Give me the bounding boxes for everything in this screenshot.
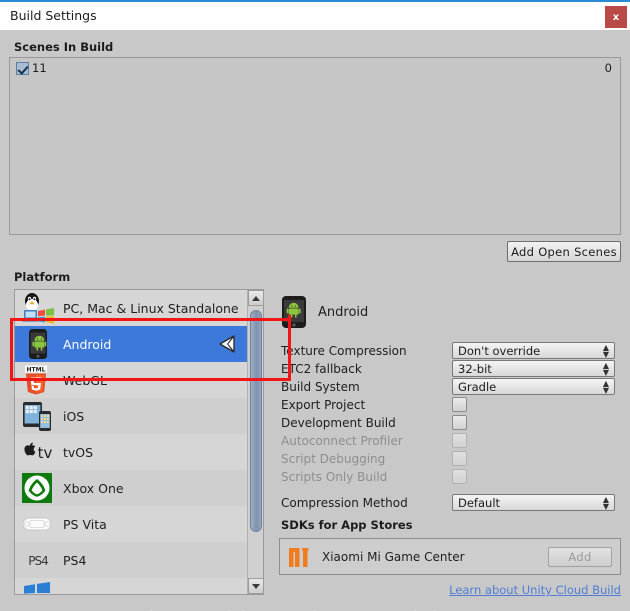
xbox-icon [21, 472, 55, 504]
platform-item-xbox-one[interactable]: Xbox One [15, 470, 248, 506]
scene-name: 11 [32, 61, 47, 75]
chevron-updown-icon: ▲ ▼ [602, 494, 609, 511]
build-system-dropdown[interactable]: Gradle ▲ ▼ [452, 378, 615, 395]
platform-label: Platform [14, 270, 71, 284]
window-title: Build Settings [10, 8, 97, 23]
scene-index: 0 [604, 61, 612, 75]
platform-item-ps-vita[interactable]: PS Vita [15, 506, 248, 542]
platform-item-label: PC, Mac & Linux Standalone [63, 300, 239, 316]
android-icon [21, 328, 55, 360]
texture-compression-value: Don't override [458, 343, 541, 358]
script-debugging-checkbox [452, 451, 467, 466]
export-project-checkbox[interactable] [452, 397, 467, 412]
scripts-only-build-checkbox [452, 469, 467, 484]
scripts-only-build-label: Scripts Only Build [281, 470, 388, 484]
sdk-add-button[interactable]: Add [548, 547, 612, 567]
platform-item-label: WebGL [63, 372, 107, 388]
compression-method-label: Compression Method [281, 496, 408, 510]
psvita-icon [21, 508, 55, 540]
standalone-icon [21, 292, 55, 324]
windows-store-icon [21, 580, 55, 594]
tvos-icon: tv [21, 436, 55, 468]
platform-list-items: PC, Mac & Linux Standalone Android HTML … [15, 290, 248, 594]
texture-compression-dropdown[interactable]: Don't override ▲ ▼ [452, 342, 615, 359]
android-platform-header-icon [281, 295, 307, 329]
platform-item-standalone[interactable]: PC, Mac & Linux Standalone [15, 290, 248, 326]
scenes-in-build-label: Scenes In Build [14, 40, 114, 54]
scene-row[interactable]: 11 0 [10, 58, 620, 78]
scrollbar-thumb[interactable] [250, 310, 262, 532]
unity-cloud-build-link[interactable]: Learn about Unity Cloud Build [449, 583, 621, 597]
platform-item-label: iOS [63, 408, 85, 424]
compression-method-value: Default [458, 495, 501, 510]
scenes-in-build-list[interactable]: 11 0 [9, 57, 621, 235]
platform-item-partial[interactable] [15, 578, 248, 594]
unity-active-platform-icon [218, 335, 236, 353]
svg-text:PS4: PS4 [28, 554, 48, 568]
close-icon[interactable]: x [605, 6, 627, 28]
platform-list[interactable]: PC, Mac & Linux Standalone Android HTML … [14, 289, 264, 595]
export-project-label: Export Project [281, 398, 366, 412]
platform-item-tvos[interactable]: tv tvOS [15, 434, 248, 470]
platform-item-android[interactable]: Android [15, 326, 248, 362]
detail-platform-name: Android [318, 305, 369, 320]
platform-item-label: Android [63, 336, 112, 352]
development-build-label: Development Build [281, 416, 396, 430]
autoconnect-profiler-checkbox [452, 433, 467, 448]
etc2-fallback-label: ETC2 fallback [281, 362, 362, 376]
scene-enabled-checkbox[interactable] [16, 61, 29, 75]
platform-item-label: PS Vita [63, 516, 107, 532]
sdks-for-app-stores-label: SDKs for App Stores [281, 518, 413, 532]
scroll-down-arrow-icon[interactable] [248, 578, 263, 594]
chevron-updown-icon: ▲ ▼ [602, 378, 609, 395]
svg-text:tv: tv [38, 444, 53, 462]
etc2-fallback-dropdown[interactable]: 32-bit ▲ ▼ [452, 360, 615, 377]
chevron-updown-icon: ▲ ▼ [602, 360, 609, 377]
ios-icon [21, 400, 55, 432]
texture-compression-label: Texture Compression [281, 344, 407, 358]
window-body: Scenes In Build 11 0 Add Open Scenes Pla… [0, 30, 630, 611]
title-bar: Build Settings x [0, 0, 630, 30]
svg-text:HTML: HTML [27, 366, 46, 373]
add-open-scenes-button[interactable]: Add Open Scenes [507, 241, 621, 262]
html5-icon: HTML [21, 364, 55, 396]
autoconnect-profiler-label: Autoconnect Profiler [281, 434, 403, 448]
compression-method-dropdown[interactable]: Default ▲ ▼ [452, 494, 615, 511]
scroll-up-arrow-icon[interactable] [248, 290, 263, 306]
sdk-name: Xiaomi Mi Game Center [322, 550, 465, 564]
etc2-fallback-value: 32-bit [458, 361, 492, 376]
script-debugging-label: Script Debugging [281, 452, 386, 466]
build-settings-window: Build Settings x Scenes In Build 11 0 Ad… [0, 0, 630, 611]
sdk-row: Xiaomi Mi Game Center Add [279, 538, 621, 575]
platform-item-label: PS4 [63, 552, 87, 568]
build-system-label: Build System [281, 380, 360, 394]
platform-item-webgl[interactable]: HTML WebGL [15, 362, 248, 398]
build-system-value: Gradle [458, 379, 497, 394]
platform-item-ios[interactable]: iOS [15, 398, 248, 434]
development-build-checkbox[interactable] [452, 415, 467, 430]
xiaomi-mi-icon [289, 548, 311, 567]
platform-item-label: tvOS [63, 444, 94, 460]
platform-item-ps4[interactable]: PS4 PS4 [15, 542, 248, 578]
chevron-updown-icon: ▲ ▼ [602, 342, 609, 359]
ps4-icon: PS4 [21, 544, 55, 576]
platform-list-scrollbar[interactable] [247, 290, 263, 594]
platform-item-label: Xbox One [63, 480, 124, 496]
